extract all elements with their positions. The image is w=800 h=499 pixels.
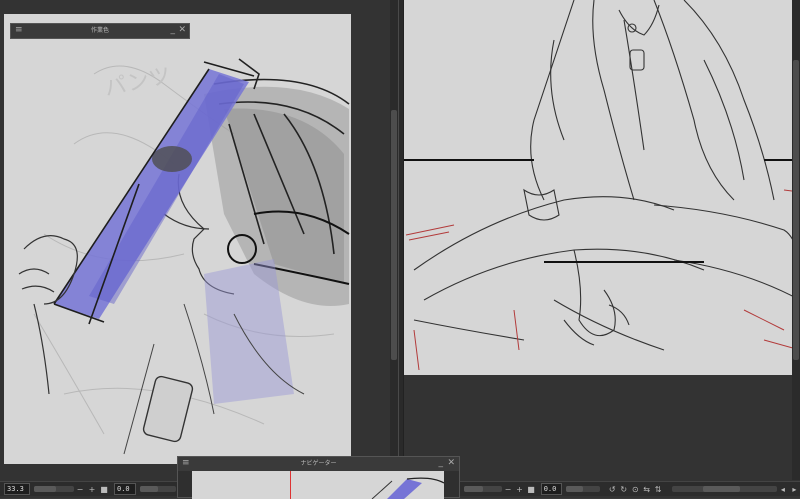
navigator-preview[interactable]: [192, 471, 444, 499]
navigator-thumbnail: [371, 477, 444, 499]
navigator-view-frame[interactable]: [290, 471, 291, 499]
layer-property-panel: ≡ 作業色 _ ✕: [10, 23, 190, 39]
navigator-panel: ≡ ナビゲーター _ ✕: [177, 456, 460, 499]
left-drawing-canvas[interactable]: パンツ: [4, 14, 351, 464]
navigator-title: ナビゲーター: [300, 460, 337, 467]
scribble-text: パンツ: [102, 63, 173, 101]
reset-rotation-icon[interactable]: ⊙: [629, 485, 640, 494]
right-rotate-slider[interactable]: [566, 486, 601, 492]
layer-property-titlebar[interactable]: ≡ 作業色 _ ✕: [11, 24, 189, 38]
right-vertical-scrollbar[interactable]: [792, 0, 800, 480]
fit-view-icon[interactable]: ■: [98, 485, 110, 494]
navigator-menu-icon[interactable]: ≡: [182, 457, 190, 470]
minimize-icon[interactable]: _: [171, 24, 176, 37]
left-scroll-thumb[interactable]: [391, 110, 397, 360]
rotate-left-icon[interactable]: ↺: [606, 485, 617, 494]
right-zoom-slider[interactable]: [464, 486, 503, 492]
left-canvas-pane: パンツ ≡ 作業色 _ ✕ 33.3 − + ■ 0.0: [0, 0, 398, 498]
left-vertical-scrollbar[interactable]: [390, 0, 398, 480]
right-scroll-thumb[interactable]: [793, 60, 799, 360]
right-angle-field[interactable]: 0.0: [540, 483, 563, 495]
right-canvas-pane: − + ■ 0.0 ↺ ↻ ⊙ ⇆ ⇅ ◂ ▸: [404, 0, 800, 498]
rotate-right-icon[interactable]: ↻: [618, 485, 629, 494]
close-icon[interactable]: ✕: [178, 24, 186, 37]
right-drawing-canvas[interactable]: [404, 0, 800, 375]
right-zoom-in-button[interactable]: +: [514, 485, 525, 494]
zoom-in-button[interactable]: +: [86, 485, 98, 494]
navigator-minimize-icon[interactable]: _: [439, 457, 444, 470]
zoom-out-button[interactable]: −: [74, 485, 86, 494]
flip-vertical-icon[interactable]: ⇅: [652, 485, 663, 494]
rotate-slider[interactable]: [140, 486, 176, 492]
right-sketch-artwork: [404, 0, 800, 371]
right-fit-view-icon[interactable]: ■: [525, 485, 536, 494]
angle-field[interactable]: 0.0: [114, 483, 136, 495]
panel-menu-icon[interactable]: ≡: [15, 24, 23, 37]
right-status-bar: − + ■ 0.0 ↺ ↻ ⊙ ⇆ ⇅ ◂ ▸: [404, 481, 800, 496]
navigator-close-icon[interactable]: ✕: [447, 457, 455, 470]
flip-horizontal-icon[interactable]: ⇆: [641, 485, 652, 494]
left-sketch-artwork: パンツ: [18, 58, 350, 455]
zoom-slider[interactable]: [34, 486, 74, 492]
navigator-titlebar[interactable]: ≡ ナビゲーター _ ✕: [178, 457, 459, 471]
scroll-right-icon[interactable]: ▸: [789, 485, 800, 494]
right-horizontal-scroll[interactable]: [671, 486, 778, 492]
layer-property-title: 作業色: [90, 27, 109, 34]
scroll-left-icon[interactable]: ◂: [777, 485, 788, 494]
zoom-field[interactable]: 33.3: [4, 483, 30, 495]
right-zoom-out-button[interactable]: −: [502, 485, 513, 494]
